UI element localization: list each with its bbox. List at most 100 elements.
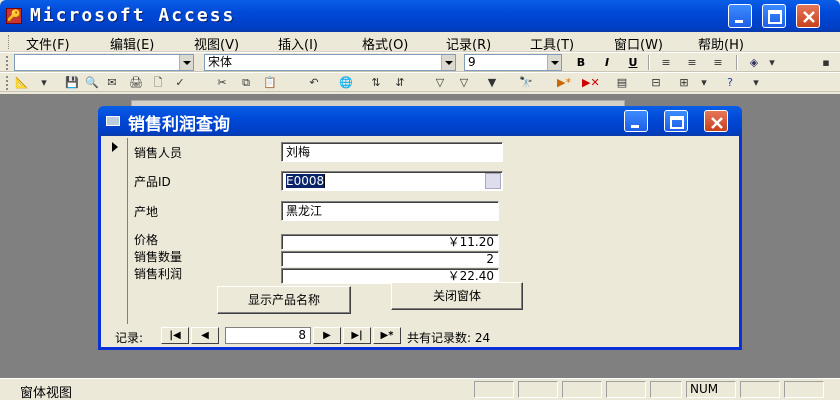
italic-button[interactable]: I xyxy=(598,55,616,70)
apply-filter-icon[interactable]: ▼ xyxy=(484,75,500,90)
new-record-button[interactable]: ▶* xyxy=(373,327,401,344)
search-icon[interactable]: 🔍 xyxy=(84,75,100,90)
chevron-down-icon[interactable] xyxy=(547,55,561,70)
record-selector[interactable] xyxy=(104,138,128,324)
menu-window[interactable]: 窗口(W) xyxy=(614,34,663,53)
object-combo[interactable] xyxy=(14,54,194,71)
sort-ascending-icon[interactable]: ⇅ xyxy=(368,75,384,90)
menu-help[interactable]: 帮助(H) xyxy=(698,34,744,53)
align-left-icon[interactable]: ≡ xyxy=(658,55,674,70)
menu-file[interactable]: 文件(F) xyxy=(26,34,70,53)
menu-view[interactable]: 视图(V) xyxy=(194,34,239,53)
properties-icon[interactable]: ▤ xyxy=(614,75,630,90)
cut-icon[interactable]: ✂ xyxy=(214,75,230,90)
status-panel xyxy=(606,381,646,398)
help-icon[interactable]: ? xyxy=(722,75,738,90)
close-button[interactable] xyxy=(796,4,820,28)
undo-icon[interactable]: ↶ xyxy=(306,75,322,90)
menu-grip xyxy=(8,35,11,49)
font-name-value: 宋体 xyxy=(208,55,233,69)
delete-record-icon[interactable]: ▶✕ xyxy=(582,75,600,90)
print-preview-icon[interactable]: 🗋 xyxy=(150,75,166,90)
status-panel xyxy=(784,381,824,398)
quantity-label: 销售数量 xyxy=(134,250,183,264)
copy-icon[interactable]: ⧉ xyxy=(238,75,254,90)
menu-tools[interactable]: 工具(T) xyxy=(530,34,574,53)
toolbar-separator xyxy=(736,55,738,70)
form-icon xyxy=(106,116,120,126)
salesperson-field[interactable]: 刘梅 xyxy=(281,142,503,162)
filter-by-selection-icon[interactable]: ▽ xyxy=(432,75,448,90)
app-title-bar: 🔑 Microsoft Access xyxy=(0,0,840,32)
first-record-button[interactable]: |◀ xyxy=(161,327,189,344)
form-body: 销售人员 刘梅 产品ID E0008 产地 黑龙江 价格 ￥11.20 销售数量… xyxy=(101,136,739,347)
standard-toolbar: 📐 ▾ 💾 🔍 ✉ 🖨 🗋 ✓ ✂ ⧉ 📋 ↶ 🌐 ⇅ ⇵ ▽ ▽ ▼ 🔭 ▶*… xyxy=(0,72,840,92)
minimize-icon xyxy=(735,20,743,23)
maximize-button[interactable] xyxy=(762,4,786,28)
maximize-icon xyxy=(768,10,782,24)
num-lock-indicator: NUM xyxy=(686,381,736,398)
show-product-name-button[interactable]: 显示产品名称 xyxy=(217,286,351,314)
access-logo-icon: 🔑 xyxy=(6,8,22,24)
sort-descending-icon[interactable]: ⇵ xyxy=(392,75,408,90)
filter-by-form-icon[interactable]: ▽ xyxy=(456,75,472,90)
app-title: Microsoft Access xyxy=(30,5,236,26)
form-maximize-button[interactable] xyxy=(664,110,688,132)
toolbar-overflow-icon[interactable]: ▾ xyxy=(748,75,764,90)
menu-edit[interactable]: 编辑(E) xyxy=(110,34,154,53)
save-icon[interactable]: 💾 xyxy=(64,75,80,90)
underline-button[interactable]: U xyxy=(624,55,642,70)
new-record-icon[interactable]: ▶* xyxy=(556,75,572,90)
spinner-icon[interactable] xyxy=(485,173,501,189)
maximize-icon xyxy=(670,116,684,129)
minimize-icon xyxy=(631,125,639,128)
print-icon[interactable]: 🖨 xyxy=(128,75,144,90)
current-record-field[interactable]: 8 xyxy=(225,327,311,344)
new-object-icon[interactable]: ⊞ xyxy=(676,75,692,90)
bold-button[interactable]: B xyxy=(572,55,590,70)
form-minimize-button[interactable] xyxy=(624,110,648,132)
align-right-icon[interactable]: ≡ xyxy=(710,55,726,70)
find-icon[interactable]: 🔭 xyxy=(518,75,534,90)
form-title-bar: 销售利润查询 xyxy=(98,106,742,136)
chevron-down-icon[interactable] xyxy=(179,55,193,70)
formatting-toolbar: 宋体 9 B I U ≡ ≡ ≡ ◈ ▾ ▪ xyxy=(0,52,840,72)
font-size-combo[interactable]: 9 xyxy=(464,54,562,71)
insert-hyperlink-icon[interactable]: 🌐 xyxy=(338,75,354,90)
database-window-icon[interactable]: ⊟ xyxy=(648,75,664,90)
menu-records[interactable]: 记录(R) xyxy=(446,34,491,53)
profit-label: 销售利润 xyxy=(134,267,183,281)
price-field[interactable]: ￥11.20 xyxy=(281,234,499,250)
quantity-field[interactable]: 2 xyxy=(281,251,499,267)
view-design-icon[interactable]: 📐 xyxy=(14,75,30,90)
minimize-button[interactable] xyxy=(728,4,752,28)
fill-color-icon[interactable]: ◈ xyxy=(746,55,762,70)
form-close-button[interactable] xyxy=(704,110,728,132)
toolbar-overflow-icon[interactable]: ▪ xyxy=(818,55,834,70)
product-id-field[interactable]: E0008 xyxy=(281,171,503,191)
status-panel xyxy=(562,381,602,398)
font-name-combo[interactable]: 宋体 xyxy=(204,54,456,71)
paste-icon[interactable]: 📋 xyxy=(262,75,278,90)
chevron-down-icon[interactable] xyxy=(441,55,455,70)
email-icon[interactable]: ✉ xyxy=(104,75,120,90)
spelling-icon[interactable]: ✓ xyxy=(172,75,188,90)
last-record-button[interactable]: ▶| xyxy=(343,327,371,344)
text-cursor-icon xyxy=(324,174,325,188)
origin-label: 产地 xyxy=(134,205,159,219)
chevron-down-icon[interactable]: ▾ xyxy=(764,55,780,70)
form-window: 销售利润查询 销售人员 刘梅 产品ID E0008 产地 黑龙江 价格 ￥11.… xyxy=(98,106,742,350)
salesperson-label: 销售人员 xyxy=(134,146,183,160)
product-id-value: E0008 xyxy=(286,174,325,188)
origin-field[interactable]: 黑龙江 xyxy=(281,201,499,221)
align-center-icon[interactable]: ≡ xyxy=(684,55,700,70)
menu-insert[interactable]: 插入(I) xyxy=(278,34,318,53)
chevron-down-icon[interactable]: ▾ xyxy=(36,75,52,90)
close-form-button[interactable]: 关闭窗体 xyxy=(391,282,523,310)
previous-record-button[interactable]: ◀ xyxy=(191,327,219,344)
next-record-button[interactable]: ▶ xyxy=(313,327,341,344)
menu-format[interactable]: 格式(O) xyxy=(362,34,408,53)
toolbar-grip xyxy=(6,76,9,90)
status-panel xyxy=(740,381,780,398)
chevron-down-icon[interactable]: ▾ xyxy=(696,75,712,90)
